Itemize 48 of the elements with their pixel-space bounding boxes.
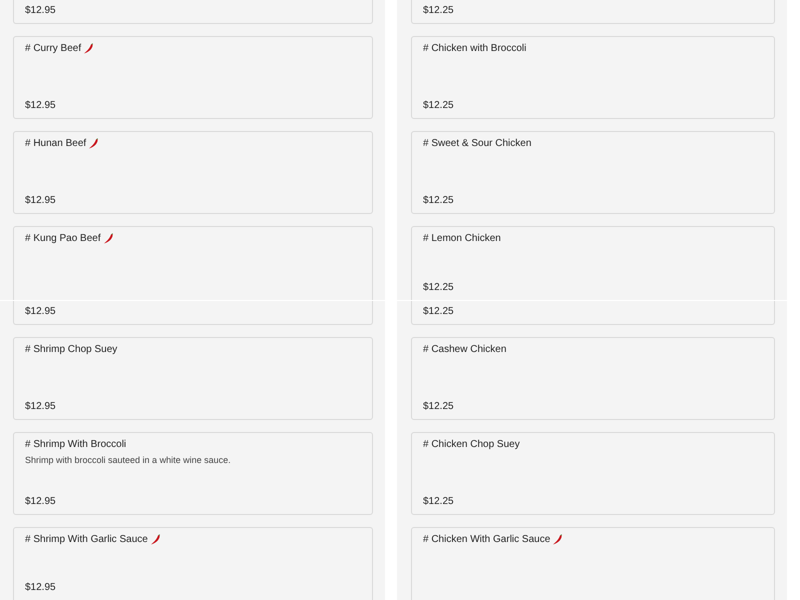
item-name: # Chicken With Garlic Sauce [423, 533, 550, 546]
item-price: $12.95 [25, 195, 56, 206]
item-price: $12.25 [423, 401, 454, 412]
chili-pepper-icon [102, 233, 114, 244]
item-name: # Kung Pao Beef [25, 232, 101, 245]
menu-item-card[interactable]: # Cashew Chicken $12.25 [411, 337, 775, 420]
menu-item-card[interactable]: # Chicken Chop Suey $12.25 [411, 432, 775, 515]
item-name: # Shrimp With Garlic Sauce [25, 533, 148, 546]
chili-pepper-icon [552, 534, 564, 545]
menu-item-card[interactable]: # Shrimp Chop Suey $12.95 [13, 337, 373, 420]
item-price: $12.25 [423, 306, 454, 317]
item-price: $12.25 [423, 195, 454, 206]
item-price: $12.25 [423, 5, 454, 16]
menu-item-card[interactable]: $12.95 [13, 301, 373, 325]
menu-item-card[interactable]: # Lemon Chicken $12.25 [411, 226, 775, 300]
item-price: $12.95 [25, 401, 56, 412]
item-price: $12.25 [423, 496, 454, 507]
menu-item-card[interactable]: # Shrimp With Broccoli Shrimp with broccoli sauteed in a white wine sauce. $12.95 [13, 432, 373, 515]
menu-item-card[interactable]: $12.25 [411, 301, 775, 325]
item-price: $12.25 [423, 282, 454, 293]
item-price: $12.95 [25, 5, 56, 16]
menu-item-card[interactable]: # Curry Beef $12.95 [13, 36, 373, 119]
menu-item-card[interactable]: # Shrimp With Garlic Sauce $12.95 [13, 527, 373, 600]
menu-item-card[interactable]: $12.25 [411, 0, 775, 24]
item-description: Shrimp with broccoli sauteed in a white wine sauce. [25, 454, 232, 466]
item-name: # Cashew Chicken [423, 343, 506, 356]
menu-item-card[interactable]: # Hunan Beef $12.95 [13, 131, 373, 214]
menu-item-card[interactable]: # Chicken with Broccoli $12.25 [411, 36, 775, 119]
menu-item-card[interactable]: # Chicken With Garlic Sauce [411, 527, 775, 600]
item-name: # Chicken with Broccoli [423, 42, 526, 55]
item-name: # Hunan Beef [25, 137, 86, 150]
item-name: # Sweet & Sour Chicken [423, 137, 532, 150]
item-price: $12.25 [423, 100, 454, 111]
menu-item-card[interactable]: # Kung Pao Beef [13, 226, 373, 300]
item-price: $12.95 [25, 306, 56, 317]
item-price: $12.95 [25, 582, 56, 593]
item-price: $12.95 [25, 496, 56, 507]
menu-item-card[interactable]: # Sweet & Sour Chicken $12.25 [411, 131, 775, 214]
item-name: # Chicken Chop Suey [423, 438, 520, 451]
chili-pepper-icon [83, 43, 94, 54]
item-name: # Lemon Chicken [423, 232, 501, 245]
chili-pepper-icon [88, 138, 100, 149]
item-name: # Curry Beef [25, 42, 82, 55]
item-price: $12.95 [25, 100, 56, 111]
item-name: # Shrimp Chop Suey [25, 343, 118, 356]
item-name: # Shrimp With Broccoli [25, 438, 126, 451]
chili-pepper-icon [150, 534, 161, 545]
menu-item-card[interactable]: $12.95 [13, 0, 373, 24]
